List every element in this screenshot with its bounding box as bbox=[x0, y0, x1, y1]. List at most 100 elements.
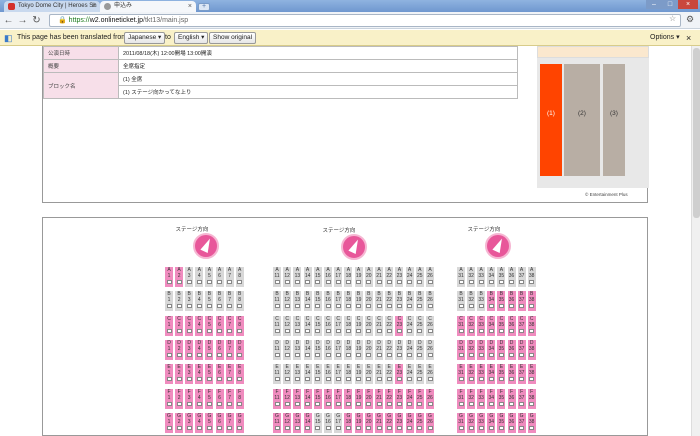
seat-B37[interactable]: B 37 bbox=[517, 291, 526, 311]
seat-checkbox[interactable] bbox=[227, 402, 233, 406]
seat-checkbox[interactable] bbox=[498, 377, 504, 381]
seat-checkbox[interactable] bbox=[468, 426, 474, 430]
seat-checkbox[interactable] bbox=[186, 426, 192, 430]
seat-checkbox[interactable] bbox=[468, 377, 474, 381]
seat-E33[interactable]: E 33 bbox=[477, 364, 486, 384]
close-infobar-icon[interactable]: × bbox=[686, 30, 691, 46]
address-bar[interactable]: 🔒 https://w2.onlineticket.jp/tkt13/main.… bbox=[49, 14, 681, 27]
seat-D38[interactable]: D 38 bbox=[527, 340, 536, 360]
seat-checkbox[interactable] bbox=[519, 377, 525, 381]
seat-F33[interactable]: F 33 bbox=[477, 389, 486, 409]
seat-E4[interactable]: E4 bbox=[195, 364, 204, 384]
seat-G14[interactable]: G 14 bbox=[303, 413, 312, 433]
seat-checkbox[interactable] bbox=[376, 402, 382, 406]
seat-E7[interactable]: E7 bbox=[225, 364, 234, 384]
seat-checkbox[interactable] bbox=[366, 402, 372, 406]
seat-checkbox[interactable] bbox=[488, 426, 494, 430]
seat-checkbox[interactable] bbox=[396, 329, 402, 333]
seat-checkbox[interactable] bbox=[458, 402, 464, 406]
seat-C33[interactable]: C 33 bbox=[477, 316, 486, 336]
seat-G12[interactable]: G 12 bbox=[283, 413, 292, 433]
source-language-select[interactable]: Japanese ▾ bbox=[124, 32, 166, 44]
seat-checkbox[interactable] bbox=[407, 426, 413, 430]
seat-checkbox[interactable] bbox=[488, 329, 494, 333]
seat-checkbox[interactable] bbox=[186, 329, 192, 333]
seat-G11[interactable]: G 11 bbox=[273, 413, 281, 433]
seat-checkbox[interactable] bbox=[166, 402, 172, 406]
seat-checkbox[interactable] bbox=[509, 353, 514, 357]
seat-checkbox[interactable] bbox=[356, 426, 362, 430]
seat-checkbox[interactable] bbox=[237, 377, 243, 381]
back-button[interactable]: ← bbox=[3, 15, 14, 26]
seat-F32[interactable]: F 32 bbox=[467, 389, 476, 409]
seat-A2[interactable]: A2 bbox=[175, 267, 184, 287]
seat-E36[interactable]: E 36 bbox=[507, 364, 516, 384]
seat-checkbox[interactable] bbox=[498, 353, 504, 357]
seat-checkbox[interactable] bbox=[284, 402, 290, 406]
seat-checkbox[interactable] bbox=[427, 426, 433, 430]
seat-checkbox[interactable] bbox=[206, 329, 212, 333]
seat-D4[interactable]: D4 bbox=[195, 340, 204, 360]
seat-checkbox[interactable] bbox=[345, 426, 351, 430]
seat-checkbox[interactable] bbox=[284, 426, 290, 430]
seat-E6[interactable]: E6 bbox=[215, 364, 224, 384]
bookmark-star-icon[interactable]: ☆ bbox=[669, 14, 676, 23]
seat-checkbox[interactable] bbox=[458, 353, 464, 357]
seat-D34[interactable]: D 34 bbox=[487, 340, 496, 360]
seat-G22[interactable]: G 22 bbox=[385, 413, 394, 433]
seat-F8[interactable]: F8 bbox=[235, 389, 244, 409]
seat-checkbox[interactable] bbox=[529, 426, 535, 430]
seat-checkbox[interactable] bbox=[478, 377, 484, 381]
seat-checkbox[interactable] bbox=[509, 426, 514, 430]
seat-B34[interactable]: B 34 bbox=[487, 291, 496, 311]
seat-G31[interactable]: G 31 bbox=[457, 413, 465, 433]
seat-G8[interactable]: G8 bbox=[235, 413, 244, 433]
seat-checkbox[interactable] bbox=[196, 353, 202, 357]
seat-C35[interactable]: C 35 bbox=[497, 316, 506, 336]
seat-checkbox[interactable] bbox=[407, 402, 413, 406]
map-block-2[interactable]: (2) bbox=[564, 64, 600, 176]
seat-D37[interactable]: D 37 bbox=[517, 340, 526, 360]
seat-G38[interactable]: G 38 bbox=[527, 413, 536, 433]
seat-E34[interactable]: E 34 bbox=[487, 364, 496, 384]
seat-checkbox[interactable] bbox=[519, 402, 525, 406]
seat-checkbox[interactable] bbox=[488, 377, 494, 381]
tab-tokyo-dome[interactable]: Tokyo Dome City | Heroes Sh × bbox=[4, 1, 100, 12]
seat-G37[interactable]: G 37 bbox=[517, 413, 526, 433]
seat-checkbox[interactable] bbox=[468, 329, 474, 333]
seat-checkbox[interactable] bbox=[227, 353, 233, 357]
seat-checkbox[interactable] bbox=[206, 402, 212, 406]
seat-checkbox[interactable] bbox=[196, 377, 202, 381]
close-tab-icon[interactable]: × bbox=[92, 1, 96, 12]
vertical-scrollbar[interactable] bbox=[691, 46, 700, 436]
seat-E32[interactable]: E 32 bbox=[467, 364, 476, 384]
seat-checkbox[interactable] bbox=[206, 353, 212, 357]
seat-checkbox[interactable] bbox=[509, 329, 514, 333]
seat-F18[interactable]: F 18 bbox=[344, 389, 353, 409]
show-original-button[interactable]: Show original bbox=[209, 32, 257, 44]
tab-application[interactable]: 申込み × bbox=[100, 1, 196, 12]
seat-F2[interactable]: F2 bbox=[175, 389, 184, 409]
seat-checkbox[interactable] bbox=[217, 377, 222, 381]
seat-checkbox[interactable] bbox=[366, 426, 372, 430]
maximize-button[interactable]: □ bbox=[662, 0, 678, 9]
seat-checkbox[interactable] bbox=[509, 377, 514, 381]
seat-F20[interactable]: F 20 bbox=[364, 389, 373, 409]
seat-C6[interactable]: C6 bbox=[215, 316, 224, 336]
seat-checkbox[interactable] bbox=[478, 426, 484, 430]
seat-checkbox[interactable] bbox=[196, 426, 202, 430]
seat-D35[interactable]: D 35 bbox=[497, 340, 506, 360]
seat-checkbox[interactable] bbox=[498, 402, 504, 406]
seat-G21[interactable]: G 21 bbox=[375, 413, 383, 433]
seat-C38[interactable]: C 38 bbox=[527, 316, 536, 336]
seat-F37[interactable]: F 37 bbox=[517, 389, 526, 409]
seat-D33[interactable]: D 33 bbox=[477, 340, 486, 360]
seat-checkbox[interactable] bbox=[396, 377, 402, 381]
seat-G24[interactable]: G 24 bbox=[405, 413, 414, 433]
seat-checkbox[interactable] bbox=[305, 426, 311, 430]
minimize-button[interactable]: – bbox=[646, 0, 662, 9]
seat-C31[interactable]: C 31 bbox=[457, 316, 465, 336]
seat-C5[interactable]: C5 bbox=[205, 316, 214, 336]
seat-checkbox[interactable] bbox=[176, 426, 182, 430]
seat-C7[interactable]: C7 bbox=[225, 316, 234, 336]
